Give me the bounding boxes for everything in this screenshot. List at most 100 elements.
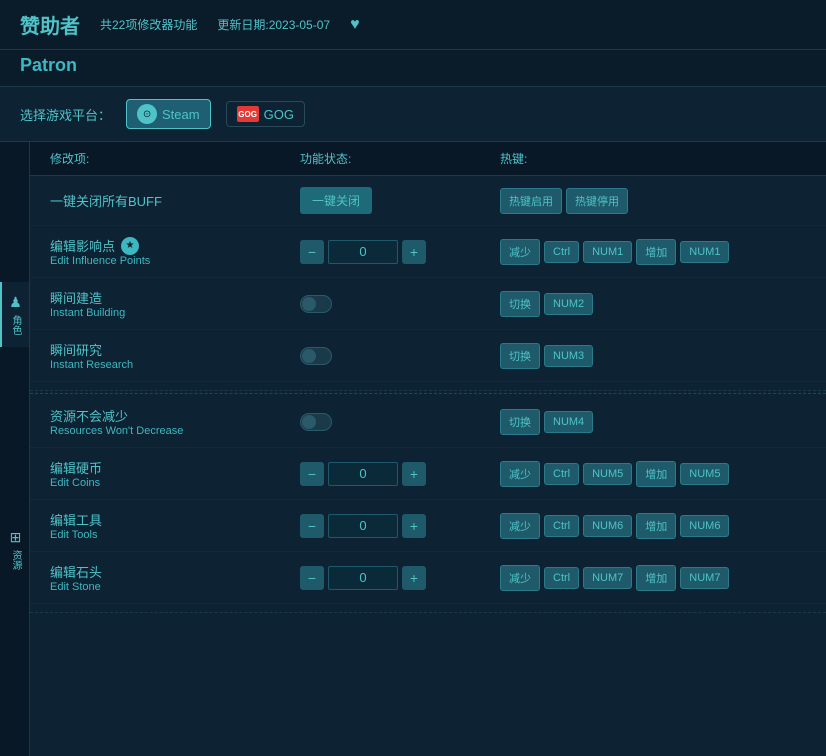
num1-decrease-key[interactable]: NUM1 <box>583 241 632 263</box>
mod-zh-edit-influence-points: 编辑影响点 <box>50 236 115 255</box>
increase-tools-button[interactable]: + <box>402 514 426 538</box>
mod-hotkey-edit-influence-points: 减少 Ctrl NUM1 增加 NUM1 <box>500 239 806 265</box>
gog-icon: GOG <box>237 106 259 122</box>
section-character: 一键关闭所有BUFF 一键关闭 热键启用 热键停用 编辑影响点 ★ Edit <box>30 176 826 391</box>
decrease-stone-button[interactable]: − <box>300 566 324 590</box>
increase-stone-button[interactable]: + <box>402 566 426 590</box>
toggle-label-building[interactable]: 切换 <box>500 291 540 317</box>
mod-zh-edit-stone: 编辑石头 <box>50 562 300 581</box>
steam-platform-button[interactable]: ⊙ Steam <box>126 99 211 129</box>
mod-status-edit-stone: − + <box>300 566 500 590</box>
ctrl-key-influence[interactable]: Ctrl <box>544 241 579 263</box>
ctrl-key-coins[interactable]: Ctrl <box>544 463 579 485</box>
mod-zh-instant-building: 瞬间建造 <box>50 288 300 307</box>
mod-hotkey-edit-coins: 减少 Ctrl NUM5 增加 NUM5 <box>500 461 806 487</box>
mod-name-instant-building: 瞬间建造 Instant Building <box>50 288 300 319</box>
mod-row-instant-building: 瞬间建造 Instant Building 切换 NUM2 <box>30 278 826 330</box>
character-icon: ♟ <box>9 294 22 311</box>
app-title: 赞助者 <box>20 10 80 39</box>
steam-icon: ⊙ <box>137 104 157 124</box>
num6-decrease-key[interactable]: NUM6 <box>583 515 632 537</box>
header: 赞助者 共22项修改器功能 更新日期:2023-05-07 ♥ <box>0 0 826 50</box>
patron-label: Patron <box>20 55 77 75</box>
section-resources: 资源不会减少 Resources Won't Decrease 切换 NUM4 … <box>30 396 826 613</box>
mod-zh-resources-wont-decrease: 资源不会减少 <box>50 406 300 425</box>
num6-increase-key[interactable]: NUM6 <box>680 515 729 537</box>
sidebar-item-character[interactable]: ♟ 角色 <box>0 282 29 347</box>
col-hotkey: 热键: <box>500 150 806 167</box>
mod-en-edit-coins: Edit Coins <box>50 477 300 489</box>
increase-label-coins[interactable]: 增加 <box>636 461 676 487</box>
resources-icon: ⊞ <box>10 529 22 546</box>
num2-key[interactable]: NUM2 <box>544 293 593 315</box>
platform-label: 选择游戏平台： <box>20 105 111 124</box>
mod-zh-edit-tools: 编辑工具 <box>50 510 300 529</box>
mod-row-resources-wont-decrease: 资源不会减少 Resources Won't Decrease 切换 NUM4 <box>30 396 826 448</box>
mod-hotkey-edit-tools: 减少 Ctrl NUM6 增加 NUM6 <box>500 513 806 539</box>
num4-key[interactable]: NUM4 <box>544 411 593 433</box>
influence-points-input[interactable] <box>328 240 398 264</box>
one-click-close-button[interactable]: 一键关闭 <box>300 187 372 214</box>
update-date: 更新日期:2023-05-07 <box>217 16 330 33</box>
decrease-label[interactable]: 减少 <box>500 239 540 265</box>
decrease-label-stone[interactable]: 减少 <box>500 565 540 591</box>
decrease-label-tools[interactable]: 减少 <box>500 513 540 539</box>
increase-label-tools[interactable]: 增加 <box>636 513 676 539</box>
decrease-influence-button[interactable]: − <box>300 240 324 264</box>
num3-key[interactable]: NUM3 <box>544 345 593 367</box>
main-layout: ♟ 角色 ⊞ 资源 修改项: 功能状态: 热键: 一键关闭所有BUFF 一键关闭 <box>0 142 826 756</box>
mod-status-instant-research <box>300 347 500 365</box>
coins-input[interactable] <box>328 462 398 486</box>
increase-label-stone[interactable]: 增加 <box>636 565 676 591</box>
mod-status-edit-influence-points: − + <box>300 240 500 264</box>
toggle-label-resources[interactable]: 切换 <box>500 409 540 435</box>
mod-en-edit-influence-points: Edit Influence Points <box>50 255 300 267</box>
hotkey-disable-button[interactable]: 热键停用 <box>566 188 628 214</box>
mod-hotkey-close-all-buff: 热键启用 热键停用 <box>500 188 806 214</box>
star-badge-icon: ★ <box>121 237 139 255</box>
mod-row-edit-tools: 编辑工具 Edit Tools − + 减少 Ctrl NUM6 增加 NUM6 <box>30 500 826 552</box>
mod-name-edit-stone: 编辑石头 Edit Stone <box>50 562 300 593</box>
mod-name-resources-wont-decrease: 资源不会减少 Resources Won't Decrease <box>50 406 300 437</box>
stone-input[interactable] <box>328 566 398 590</box>
heart-icon[interactable]: ♥ <box>350 16 360 34</box>
character-label: 角色 <box>8 315 23 335</box>
sidebar-item-resources[interactable]: ⊞ 资源 <box>0 517 29 582</box>
patron-row: Patron <box>0 50 826 87</box>
mod-status-close-all-buff: 一键关闭 <box>300 187 500 214</box>
increase-coins-button[interactable]: + <box>402 462 426 486</box>
decrease-coins-button[interactable]: − <box>300 462 324 486</box>
hotkey-enable-button[interactable]: 热键启用 <box>500 188 562 214</box>
increase-influence-button[interactable]: + <box>402 240 426 264</box>
instant-research-toggle[interactable] <box>300 347 332 365</box>
spinner-tools: − + <box>300 514 426 538</box>
tools-input[interactable] <box>328 514 398 538</box>
platform-selector: 选择游戏平台： ⊙ Steam GOG GOG <box>0 87 826 142</box>
ctrl-key-tools[interactable]: Ctrl <box>544 515 579 537</box>
gog-platform-button[interactable]: GOG GOG <box>226 101 305 127</box>
decrease-label-coins[interactable]: 减少 <box>500 461 540 487</box>
num5-increase-key[interactable]: NUM5 <box>680 463 729 485</box>
num1-increase-key[interactable]: NUM1 <box>680 241 729 263</box>
mod-status-resources-wont-decrease <box>300 413 500 431</box>
spinner-coins: − + <box>300 462 426 486</box>
mod-hotkey-resources-wont-decrease: 切换 NUM4 <box>500 409 806 435</box>
ctrl-key-stone[interactable]: Ctrl <box>544 567 579 589</box>
gog-label: GOG <box>264 107 294 122</box>
num7-increase-key[interactable]: NUM7 <box>680 567 729 589</box>
num7-decrease-key[interactable]: NUM7 <box>583 567 632 589</box>
mod-row-instant-research: 瞬间研究 Instant Research 切换 NUM3 <box>30 330 826 382</box>
mod-row-close-all-buff: 一键关闭所有BUFF 一键关闭 热键启用 热键停用 <box>30 176 826 226</box>
num5-decrease-key[interactable]: NUM5 <box>583 463 632 485</box>
content-area: 修改项: 功能状态: 热键: 一键关闭所有BUFF 一键关闭 热键启用 热键停用 <box>30 142 826 756</box>
toggle-label-research[interactable]: 切换 <box>500 343 540 369</box>
mod-hotkey-edit-stone: 减少 Ctrl NUM7 增加 NUM7 <box>500 565 806 591</box>
decrease-tools-button[interactable]: − <box>300 514 324 538</box>
mod-status-edit-coins: − + <box>300 462 500 486</box>
mod-en-resources-wont-decrease: Resources Won't Decrease <box>50 425 300 437</box>
resources-wont-decrease-toggle[interactable] <box>300 413 332 431</box>
instant-building-toggle[interactable] <box>300 295 332 313</box>
increase-label[interactable]: 增加 <box>636 239 676 265</box>
mod-row-edit-coins: 编辑硬币 Edit Coins − + 减少 Ctrl NUM5 增加 NUM5 <box>30 448 826 500</box>
mod-row-edit-stone: 编辑石头 Edit Stone − + 减少 Ctrl NUM7 增加 NUM7 <box>30 552 826 604</box>
